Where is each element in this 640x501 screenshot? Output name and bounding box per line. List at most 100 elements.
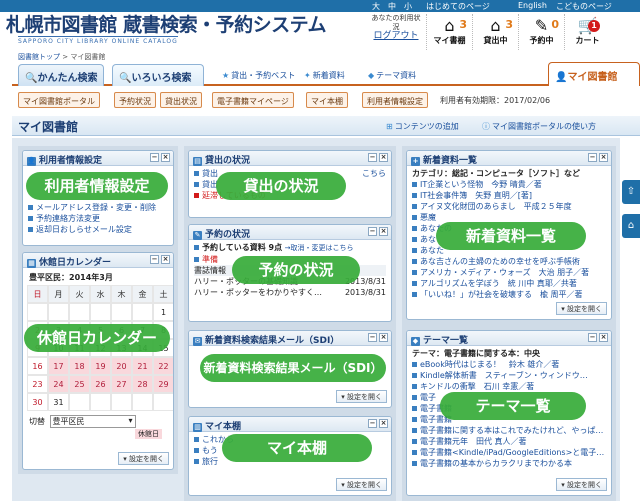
title-link[interactable]: 電子書籍に関する本はこれでみたけれど、やっぱ…: [420, 426, 603, 435]
tab-my-library[interactable]: 👤マイ図書館: [548, 62, 640, 86]
close-icon[interactable]: ×: [161, 153, 170, 162]
nav-theme-link[interactable]: ◆ テーマ資料: [368, 70, 416, 81]
minimize-icon[interactable]: −: [588, 153, 597, 162]
list-item[interactable]: メールアドレス登録・変更・削除: [28, 202, 168, 213]
minimize-icon[interactable]: −: [368, 419, 377, 428]
title-link[interactable]: アルゴリズムを学ぼう 統 川中 真耶／共著: [420, 279, 577, 288]
minimize-icon[interactable]: −: [368, 333, 377, 342]
nav-new-link[interactable]: ✦ 新着資料: [304, 70, 345, 81]
page-top-tab[interactable]: ⇧: [622, 180, 640, 204]
close-icon[interactable]: ×: [379, 153, 388, 162]
calendar-area-select[interactable]: 豊平区民 ▾: [49, 415, 136, 428]
list-item[interactable]: IT社会事件簿 矢野 直明／[著]: [412, 190, 606, 201]
close-icon[interactable]: ×: [379, 419, 388, 428]
minimize-icon[interactable]: −: [368, 227, 377, 236]
submenu-shelf[interactable]: マイ本棚: [306, 92, 348, 108]
howto-link[interactable]: ⓘ マイ図書館ポータルの使い方: [482, 121, 596, 132]
title-link[interactable]: 電子: [420, 393, 436, 402]
kids-link[interactable]: こどものページ: [556, 1, 612, 12]
font-size-mid[interactable]: 中: [388, 1, 396, 12]
shelf-settings-button[interactable]: ▾ 設定を開く: [336, 478, 387, 491]
bullet-icon: [412, 204, 417, 209]
reserve-title[interactable]: ハリー・ポッターをわかりやすく…: [194, 288, 322, 297]
title-link[interactable]: 「いいね！」が社会を破壊する 楡 周平／著: [420, 290, 583, 299]
minimize-icon[interactable]: −: [588, 333, 597, 342]
title-link[interactable]: 電子書籍元年 田代 真人／著: [420, 437, 527, 446]
calendar-day: 28: [132, 375, 153, 393]
list-item[interactable]: 電子書籍に関する本はこれでみたけれど、やっぱ…: [412, 425, 606, 436]
list-item[interactable]: 予約連絡方法変更: [28, 213, 168, 224]
list-item[interactable]: 返却日おしらせメール設定: [28, 224, 168, 235]
title-link[interactable]: eBook時代はじまる！ 鈴木 雄介／著: [420, 360, 559, 369]
list-item[interactable]: 「いいね！」が社会を破壊する 楡 周平／著: [412, 289, 606, 300]
loan-detail-link[interactable]: こちら: [362, 168, 386, 179]
submenu-userinfo[interactable]: 利用者情報設定: [362, 92, 428, 108]
nav-best-link[interactable]: ★ 貸出・予約ベスト: [222, 70, 295, 81]
list-item[interactable]: 電子書籍の基本からカラクリまでわかる本: [412, 458, 606, 469]
list-item[interactable]: アイヌ文化財団のあらまし 平成２５年度: [412, 201, 606, 212]
title-link[interactable]: IT社会事件簿 矢野 直明／[著]: [420, 191, 532, 200]
title-link[interactable]: 電子書籍<Kindle/iPad/GoogleEditions>と電子…: [420, 448, 604, 457]
reserve-button[interactable]: ✎ 予約中 0: [518, 14, 564, 50]
title-link[interactable]: IT企業という怪物 今野 晴貴／著: [420, 180, 542, 189]
newarrivals-settings-button[interactable]: ▾ 設定を開く: [556, 302, 607, 315]
title-link[interactable]: キンドルの衝撃 石川 幸憲／著: [420, 382, 534, 391]
list-item[interactable]: Kindle解体新書 スティーブン・ウィンドウ…: [412, 370, 606, 381]
cart-button[interactable]: 🛒 カート 1: [564, 14, 610, 50]
list-item[interactable]: アメリカ・メディア・ウォーズ 大治 朋子／著: [412, 267, 606, 278]
submenu-loan[interactable]: 貸出状況: [160, 92, 202, 108]
shelf-link[interactable]: 旅行: [202, 457, 218, 466]
tab-various-search[interactable]: 🔍いろいろ検索: [112, 64, 204, 86]
minimize-icon[interactable]: −: [150, 153, 159, 162]
font-size-large[interactable]: 大: [372, 1, 380, 12]
list-item[interactable]: あな吉さんの主婦のための幸せを呼ぶ手帳術: [412, 256, 606, 267]
tab-simple-search[interactable]: 🔍かんたん検索: [18, 64, 104, 86]
add-content-link[interactable]: ⊞ コンテンツの追加: [386, 121, 459, 132]
list-item[interactable]: 電子書籍<Kindle/iPad/GoogleEditions>と電子…: [412, 447, 606, 458]
loan-button[interactable]: ⌂ 貸出中 3: [472, 14, 518, 50]
theme-settings-button[interactable]: ▾ 設定を開く: [556, 478, 607, 491]
calendar-day: 1: [153, 303, 173, 321]
close-icon[interactable]: ×: [379, 333, 388, 342]
title-link[interactable]: あな吉さんの主婦のための幸せを呼ぶ手帳術: [420, 257, 580, 266]
site-logo-title[interactable]: 札幌市図書館 蔵書検索・予約システム: [6, 10, 327, 37]
list-item[interactable]: キンドルの衝撃 石川 幸憲／著: [412, 381, 606, 392]
submenu-reserve[interactable]: 予約状況: [114, 92, 156, 108]
title-link[interactable]: あなた: [420, 246, 444, 255]
minimize-icon[interactable]: −: [150, 255, 159, 264]
font-size-small[interactable]: 小: [404, 1, 412, 12]
list-item[interactable]: アルゴリズムを学ぼう 統 川中 真耶／共著: [412, 278, 606, 289]
submenu-ebook[interactable]: 電子書籍マイページ: [212, 92, 294, 108]
breadcrumb-top[interactable]: 図書館トップ: [18, 53, 60, 61]
my-shelf-button[interactable]: ⌂ マイ書棚 3: [426, 14, 472, 50]
close-icon[interactable]: ×: [599, 153, 608, 162]
home-tab[interactable]: ⌂: [622, 214, 640, 238]
title-link[interactable]: Kindle解体新書 スティーブン・ウィンドウ…: [420, 371, 588, 380]
submenu-portal[interactable]: マイ図書館ポータル: [18, 92, 100, 108]
userinfo-link[interactable]: 予約連絡方法変更: [36, 214, 100, 223]
title-link[interactable]: あな: [420, 235, 436, 244]
list-item[interactable]: IT企業という怪物 今野 晴貴／著: [412, 179, 606, 190]
title-link[interactable]: 悪魔: [420, 213, 436, 222]
minimize-icon[interactable]: −: [368, 153, 377, 162]
close-icon[interactable]: ×: [379, 227, 388, 236]
userinfo-link[interactable]: メールアドレス登録・変更・削除: [36, 203, 156, 212]
userinfo-link[interactable]: 返却日おしらせメール設定: [36, 225, 132, 234]
english-link[interactable]: English: [518, 1, 547, 10]
calendar-settings-button[interactable]: ▾ 設定を開く: [118, 452, 169, 465]
loan-link[interactable]: 貸出: [202, 169, 218, 178]
title-link[interactable]: アメリカ・メディア・ウォーズ 大治 朋子／著: [420, 268, 589, 277]
list-item[interactable]: 電子書籍元年 田代 真人／著: [412, 436, 606, 447]
table-row[interactable]: ハリー・ポッターをわかりやすく… 2013/8/31: [194, 287, 386, 298]
reserve-change-link[interactable]: →取消・変更はこちら: [285, 244, 354, 252]
close-icon[interactable]: ×: [599, 333, 608, 342]
close-icon[interactable]: ×: [161, 255, 170, 264]
guide-link[interactable]: はじめてのページ: [426, 1, 490, 12]
nav-best-label: 貸出・予約ベスト: [231, 71, 296, 80]
title-link[interactable]: アイヌ文化財団のあらまし 平成２５年度: [420, 202, 572, 211]
title-link[interactable]: 電子書籍の基本からカラクリまでわかる本: [420, 459, 572, 468]
list-item[interactable]: eBook時代はじまる！ 鈴木 雄介／著: [412, 359, 606, 370]
calendar-day: [69, 303, 90, 321]
sdi-settings-button[interactable]: ▾ 設定を開く: [336, 390, 387, 403]
shelf-link[interactable]: もう: [202, 446, 218, 455]
